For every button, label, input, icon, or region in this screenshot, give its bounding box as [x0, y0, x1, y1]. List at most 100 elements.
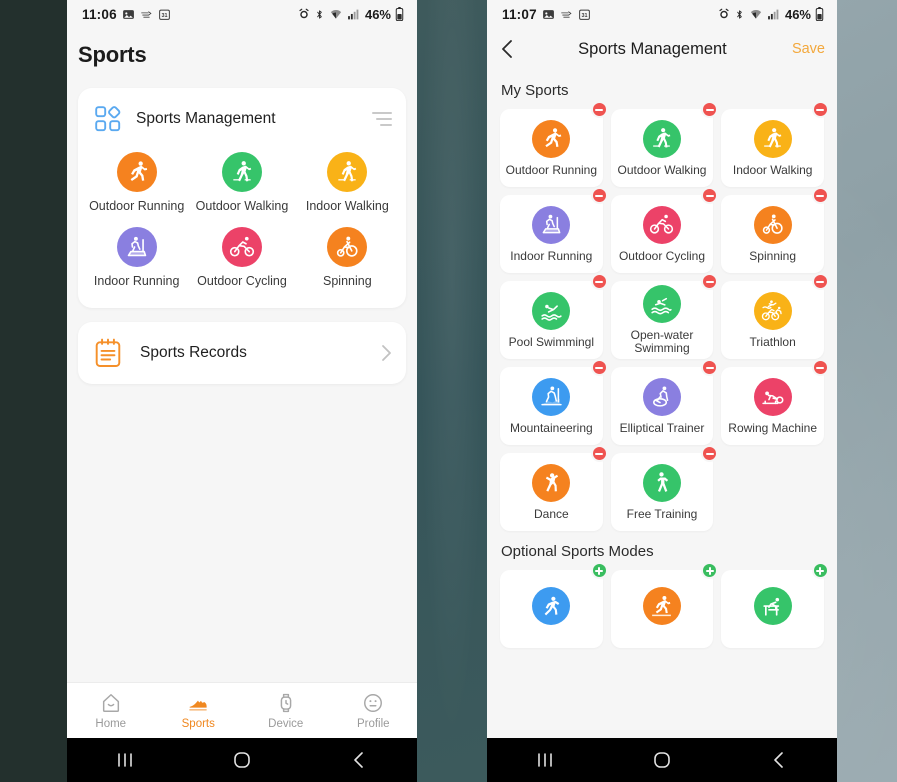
sport-tile[interactable]: Outdoor Running	[500, 101, 608, 187]
sport-tile[interactable]: Indoor Walking	[721, 101, 829, 187]
remove-sport-badge[interactable]	[811, 273, 829, 290]
home-circle-icon[interactable]	[184, 750, 301, 770]
add-sport-badge[interactable]	[701, 562, 719, 579]
sport-tile[interactable]: Pool Swimmingl	[500, 273, 608, 359]
sport-tile-body[interactable]: Open-water Swimming	[610, 281, 714, 359]
sport-tile[interactable]: Free Training	[610, 445, 719, 531]
tab-sports[interactable]: Sports	[155, 692, 243, 730]
back-icon[interactable]	[720, 751, 837, 769]
status-time: 11:07	[502, 6, 537, 22]
sport-tile-body[interactable]: Mountaineering	[500, 367, 603, 445]
sport-tile[interactable]	[500, 562, 608, 648]
sport-tile-body[interactable]: Outdoor Running	[500, 109, 603, 187]
calendar-31-icon: 31	[158, 8, 171, 21]
rowing-icon	[753, 377, 792, 416]
remove-sport-badge[interactable]	[701, 445, 719, 462]
sport-item[interactable]: Outdoor Cycling	[189, 227, 294, 288]
status-time: 11:06	[82, 6, 117, 22]
remove-sport-badge[interactable]	[811, 187, 829, 204]
android-nav-bar-left	[67, 738, 417, 782]
sports-management-header: Sports Management Save	[487, 28, 837, 70]
sport-tile-body[interactable]: Outdoor Walking	[610, 109, 714, 187]
tab-label: Sports	[181, 717, 215, 730]
sport-tile[interactable]: Mountaineering	[500, 359, 608, 445]
sport-tile-label: Rowing Machine	[728, 421, 818, 435]
bottom-tab-bar: Home Sports Device Profile	[67, 682, 417, 738]
sport-tile-body[interactable]: Indoor Running	[500, 195, 603, 273]
sport-item[interactable]: Indoor Running	[84, 227, 189, 288]
battery-icon	[815, 7, 824, 21]
sport-tile-body[interactable]: Pool Swimmingl	[500, 281, 603, 359]
remove-sport-badge[interactable]	[701, 359, 719, 376]
sports-management-scroll[interactable]: My Sports Outdoor Running Outdoor Walking…	[487, 70, 837, 738]
sport-tile-body[interactable]	[610, 570, 714, 648]
remove-sport-badge[interactable]	[590, 187, 608, 204]
add-sport-badge[interactable]	[590, 562, 608, 579]
sport-tile-body[interactable]	[721, 570, 824, 648]
sport-item-label: Outdoor Running	[89, 199, 185, 213]
sport-tile-label: Indoor Running	[510, 249, 593, 263]
tab-device[interactable]: Device	[242, 692, 330, 730]
remove-sport-badge[interactable]	[590, 101, 608, 118]
alarm-icon	[718, 8, 730, 20]
recents-icon[interactable]	[67, 751, 184, 769]
left-page-body: Sports Management Outdoor Running Outdoor…	[67, 68, 417, 384]
sport-tile-body[interactable]: Indoor Walking	[721, 109, 824, 187]
sport-tile[interactable]: Indoor Running	[500, 187, 608, 273]
tab-home[interactable]: Home	[67, 692, 155, 730]
optional-sports-grid	[487, 562, 837, 648]
home-circle-icon[interactable]	[604, 750, 721, 770]
hamburger-menu-icon[interactable]	[372, 112, 392, 126]
sports-management-card[interactable]: Sports Management Outdoor Running Outdoor…	[78, 88, 406, 308]
sport-tile-body[interactable]: Outdoor Cycling	[610, 195, 714, 273]
sport-tile-body[interactable]: Dance	[500, 453, 603, 531]
sport-tile-label: Free Training	[626, 507, 698, 521]
swimming-icon	[532, 291, 571, 330]
sports-management-card-header: Sports Management	[78, 102, 406, 136]
remove-sport-badge[interactable]	[811, 101, 829, 118]
sport-item[interactable]: Indoor Walking	[295, 152, 400, 213]
sport-tile[interactable]: Elliptical Trainer	[610, 359, 719, 445]
save-button[interactable]: Save	[792, 41, 825, 57]
remove-sport-badge[interactable]	[701, 101, 719, 118]
sport-item[interactable]: Outdoor Running	[84, 152, 189, 213]
calendar-31-icon: 31	[578, 8, 591, 21]
sport-item[interactable]: Spinning	[295, 227, 400, 288]
remove-sport-badge[interactable]	[701, 273, 719, 290]
remove-sport-badge[interactable]	[590, 445, 608, 462]
watch-icon	[275, 692, 297, 714]
sport-tile[interactable]	[610, 562, 719, 648]
remove-sport-badge[interactable]	[590, 359, 608, 376]
remove-sport-badge[interactable]	[590, 273, 608, 290]
sports-records-row[interactable]: Sports Records	[78, 322, 406, 384]
sport-tile-body[interactable]: Spinning	[721, 195, 824, 273]
sport-tile[interactable]: Triathlon	[721, 273, 829, 359]
sport-tile-body[interactable]	[500, 570, 603, 648]
sport-tile[interactable]: Outdoor Walking	[610, 101, 719, 187]
sport-tile-body[interactable]: Rowing Machine	[721, 367, 824, 445]
sport-tile-body[interactable]: Free Training	[610, 453, 714, 531]
sport-tile-body[interactable]: Elliptical Trainer	[610, 367, 714, 445]
sport-tile[interactable]: Rowing Machine	[721, 359, 829, 445]
tab-profile[interactable]: Profile	[330, 692, 418, 730]
back-icon[interactable]	[300, 751, 417, 769]
sport-item-label: Indoor Running	[93, 274, 180, 288]
sport-item[interactable]: Outdoor Walking	[189, 152, 294, 213]
sport-tile[interactable]: Dance	[500, 445, 608, 531]
bluetooth-icon	[734, 8, 745, 21]
remove-sport-badge[interactable]	[701, 187, 719, 204]
sport-tile[interactable]: Open-water Swimming	[610, 273, 719, 359]
walking-icon	[753, 119, 792, 158]
sport-tile-label: Dance	[533, 507, 569, 521]
running-icon	[532, 119, 571, 158]
recents-icon[interactable]	[487, 751, 604, 769]
remove-sport-badge[interactable]	[811, 359, 829, 376]
sport-tile[interactable]: Spinning	[721, 187, 829, 273]
sport-tile-label: Open-water Swimming	[630, 329, 694, 355]
sport-tile-body[interactable]: Triathlon	[721, 281, 824, 359]
sport-tile[interactable]: Outdoor Cycling	[610, 187, 719, 273]
right-phone-screenshot: 11:07 31 46% Sports Management Save My S…	[487, 0, 837, 782]
battery-percent: 46%	[784, 6, 811, 22]
add-sport-badge[interactable]	[811, 562, 829, 579]
sport-tile[interactable]	[721, 562, 829, 648]
